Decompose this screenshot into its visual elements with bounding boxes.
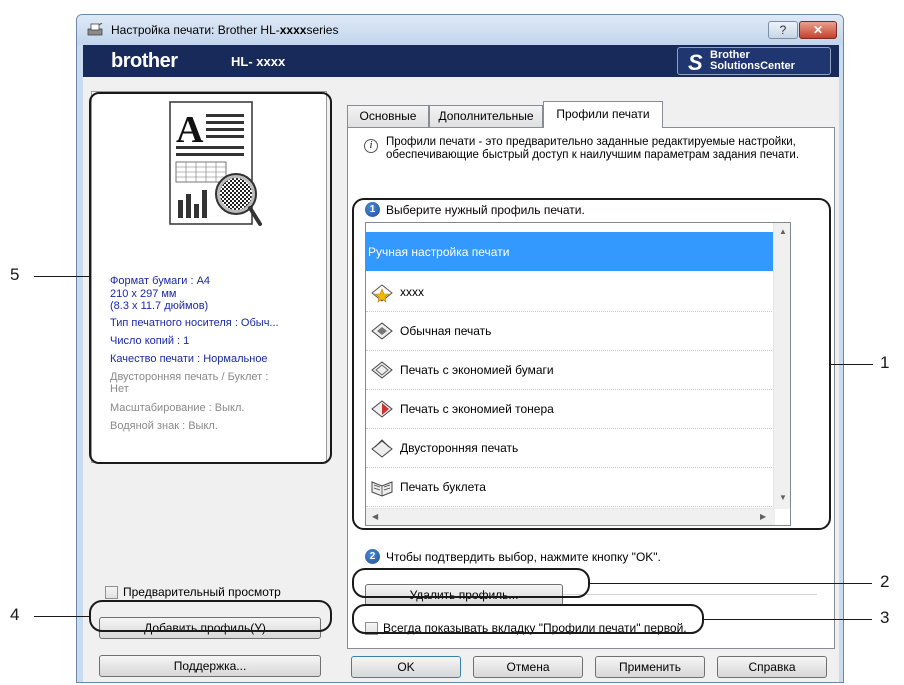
profiles-info: i Профили печати - это предварительно за… <box>364 136 806 162</box>
callout-number-1: 1 <box>880 353 890 372</box>
brother-logo: brother <box>111 50 178 72</box>
callout-box-3 <box>352 604 704 634</box>
callout-box-4 <box>89 600 332 632</box>
apply-button[interactable]: Применить <box>595 656 705 678</box>
callout-line-1 <box>831 364 873 365</box>
title-bar[interactable]: Настройка печати: Brother HL-xxxxseries … <box>77 15 843 45</box>
callout-box-1 <box>352 198 831 530</box>
info-icon: i <box>364 139 378 153</box>
help-button[interactable]: Справка <box>717 656 827 678</box>
profiles-info-text: Профили печати - это предварительно зада… <box>386 136 800 161</box>
callout-number-2: 2 <box>880 572 890 591</box>
close-button[interactable]: ✕ <box>799 21 837 39</box>
solutions-label: Brother SolutionsCenter <box>710 49 795 72</box>
callout-number-5: 5 <box>10 265 20 284</box>
step-2-text: Чтобы подтвердить выбор, нажмите кнопку … <box>386 549 661 564</box>
printer-icon <box>87 23 103 36</box>
callout-line-4 <box>34 616 90 617</box>
brand-bar: brother HL- xxxx S Brother SolutionsCente… <box>83 45 839 77</box>
step-2: 2 Чтобы подтвердить выбор, нажмите кнопк… <box>365 549 661 564</box>
help-title-button[interactable]: ? <box>768 21 798 39</box>
solutions-center-button[interactable]: S Brother SolutionsCenter <box>677 47 831 75</box>
callout-box-2 <box>352 568 590 598</box>
tab-print-profiles[interactable]: Профили печати <box>543 101 663 128</box>
step-2-badge: 2 <box>365 549 380 564</box>
callout-number-3: 3 <box>880 608 890 627</box>
callout-number-4: 4 <box>10 605 20 624</box>
callout-line-2 <box>590 583 872 584</box>
window-title: Настройка печати: Brother HL-xxxxseries <box>111 23 339 37</box>
callout-line-3 <box>704 619 872 620</box>
cancel-button[interactable]: Отмена <box>473 656 583 678</box>
tab-basic[interactable]: Основные <box>347 105 429 127</box>
solutions-s-icon: S <box>688 50 703 75</box>
ok-button[interactable]: OK <box>351 656 461 678</box>
support-button[interactable]: Поддержка... <box>99 655 321 677</box>
checkbox-box[interactable] <box>105 585 118 599</box>
tab-advanced[interactable]: Дополнительные <box>429 105 543 127</box>
print-preview-checkbox[interactable]: Предварительный просмотр <box>105 585 281 599</box>
callout-box-5 <box>89 92 332 464</box>
callout-line-5 <box>34 276 90 277</box>
printer-model: HL- xxxx <box>231 54 286 69</box>
